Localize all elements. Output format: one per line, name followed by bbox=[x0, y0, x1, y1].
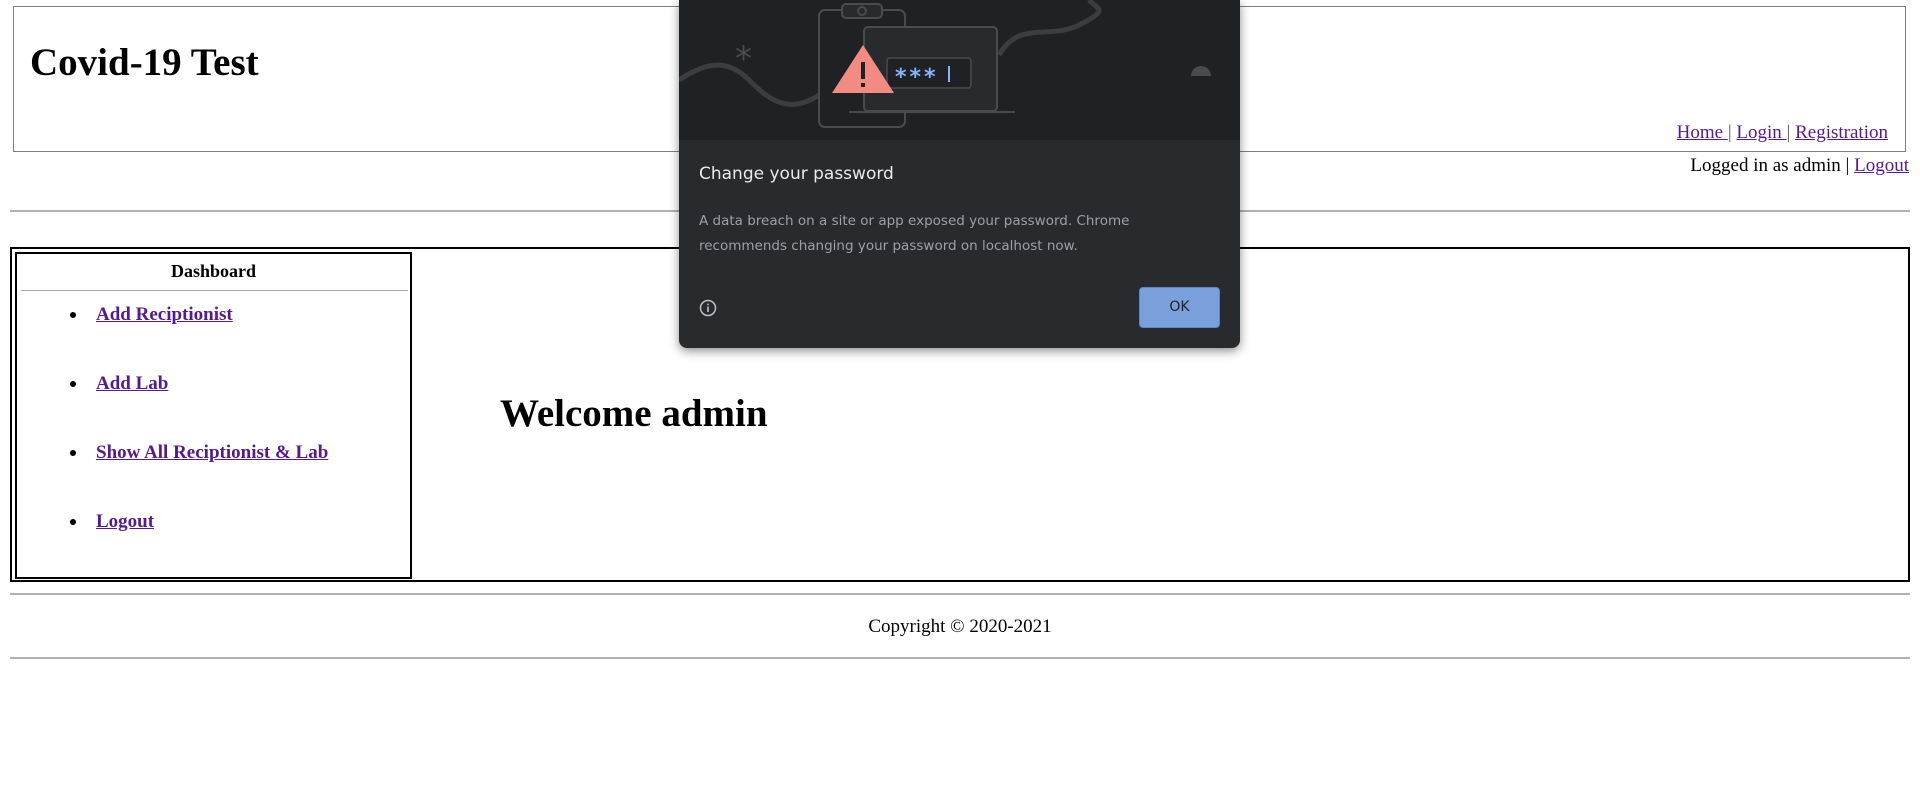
nav-registration-link[interactable]: Registration bbox=[1795, 122, 1888, 143]
sidebar-logout-link[interactable]: Logout bbox=[96, 511, 154, 532]
sidebar-item-show-all: Show All Reciptionist & Lab bbox=[69, 442, 328, 463]
nav-separator: | bbox=[1727, 122, 1732, 143]
sidebar-item-add-receptionist: Add Reciptionist bbox=[70, 304, 233, 325]
welcome-heading: Welcome admin bbox=[500, 392, 768, 435]
sidebar-divider bbox=[21, 290, 408, 291]
nav-login-link[interactable]: Login bbox=[1736, 122, 1786, 143]
add-lab-link[interactable]: Add Lab bbox=[96, 373, 168, 394]
svg-text:***: *** bbox=[895, 65, 939, 90]
copyright-text: Copyright © 2020-2021 bbox=[868, 616, 1052, 637]
sidebar-title: Dashboard bbox=[170, 261, 257, 281]
sidebar-item-logout: Logout bbox=[69, 511, 154, 532]
add-receptionist-link[interactable]: Add Reciptionist bbox=[96, 304, 233, 325]
session-status: Logged in as admin | Logout bbox=[1690, 156, 1909, 175]
dialog-message: A data breach on a site or app exposed y… bbox=[699, 213, 1130, 254]
show-all-link[interactable]: Show All Reciptionist & Lab bbox=[96, 442, 328, 463]
ok-button[interactable]: OK bbox=[1139, 287, 1220, 328]
change-password-dialog: * *** Change your password A data breach… bbox=[679, 0, 1240, 348]
footer-bottom-divider bbox=[10, 657, 1910, 659]
footer-top-divider bbox=[10, 593, 1910, 595]
info-icon[interactable] bbox=[699, 299, 717, 317]
session-separator: | bbox=[1845, 155, 1850, 176]
password-breach-illustration: * *** bbox=[679, 0, 1211, 128]
dialog-illustration: * *** bbox=[679, 0, 1240, 140]
nav-separator: | bbox=[1786, 122, 1791, 143]
site-title: Covid-19 Test bbox=[30, 41, 259, 84]
logged-in-text: Logged in as admin bbox=[1690, 155, 1841, 176]
dashboard-sidebar: Dashboard Add Reciptionist Add Lab Show … bbox=[15, 252, 412, 579]
sidebar-item-add-lab: Add Lab bbox=[69, 373, 168, 394]
nav-home-link[interactable]: Home bbox=[1677, 122, 1728, 143]
dialog-title: Change your password bbox=[699, 164, 894, 184]
header-logout-link[interactable]: Logout bbox=[1854, 155, 1909, 176]
svg-text:*: * bbox=[735, 39, 752, 79]
top-nav: Home | Login | Registration bbox=[1677, 123, 1888, 142]
